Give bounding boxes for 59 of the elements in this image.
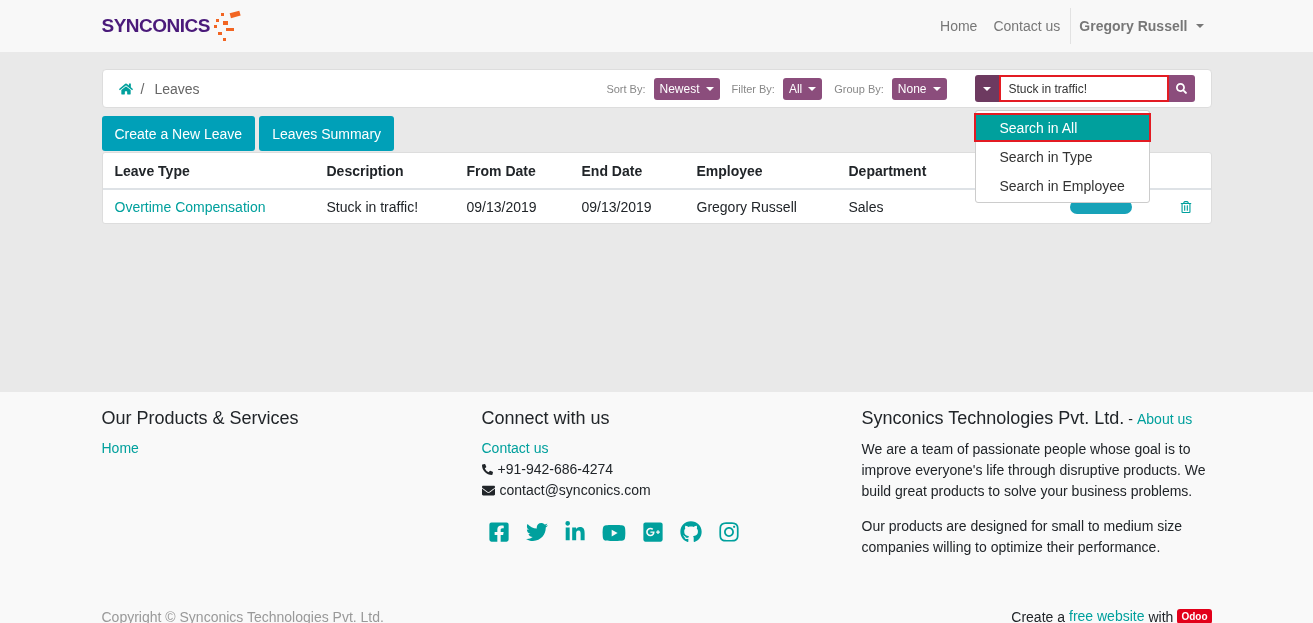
action-button[interactable]: Leaves Summary	[259, 116, 395, 151]
nav-link[interactable]: Contact us	[985, 18, 1069, 34]
table-cell-text: 09/13/2019	[580, 198, 653, 215]
phone-icon	[481, 464, 493, 475]
footer-heading: Connect with us	[481, 408, 611, 429]
odoo-badge[interactable]: Odoo	[1177, 609, 1212, 623]
twitter-icon[interactable]	[525, 521, 548, 543]
table-cell-text: 09/13/2019	[465, 198, 538, 215]
email-address: contact@synconics.com	[499, 481, 651, 500]
credit-text: with	[1148, 608, 1174, 623]
table-cell-text: Stuck in traffic!	[325, 198, 420, 215]
dropdown-button[interactable]: None	[891, 77, 947, 100]
menu-item[interactable]: Search in Employee	[973, 171, 1151, 200]
leave-type-link[interactable]: Overtime Compensation	[102, 198, 315, 215]
google-plus-icon[interactable]	[641, 521, 664, 543]
column-header: Department	[847, 162, 928, 179]
trash-icon[interactable]	[1179, 200, 1192, 213]
instagram-icon[interactable]	[717, 521, 740, 543]
column-header: End Date	[580, 162, 644, 179]
menu-item[interactable]: Search in All	[973, 113, 1151, 142]
control-label: Filter By:	[731, 82, 775, 95]
footer-link[interactable]: About us	[1137, 409, 1193, 430]
credit-text: Create a	[1011, 608, 1065, 623]
logo-icon	[211, 9, 244, 43]
dropdown-button[interactable]: Newest	[653, 77, 720, 100]
about-paragraph: Our products are designed for small to medium size companies willing to optimize their performance.	[861, 517, 1184, 557]
menu-item[interactable]: Search in Type	[973, 142, 1151, 171]
home-icon[interactable]	[118, 81, 133, 96]
control-label: Group By:	[834, 82, 884, 95]
breadcrumb-current: Leaves	[154, 80, 200, 97]
footer-heading: Synconics Technologies Pvt. Ltd.	[861, 408, 1125, 429]
github-icon[interactable]	[679, 521, 702, 543]
table-cell-text: Sales	[847, 198, 885, 215]
user-menu[interactable]: Gregory Russell	[1070, 8, 1212, 44]
footer-heading: Our Products & Services	[101, 408, 300, 429]
about-paragraph: We are a team of passionate people whose goal is to improve everyone's life through disruptive products. We build great products to solve your business problems.	[861, 440, 1207, 501]
footer-link[interactable]: Contact us	[481, 438, 862, 459]
logo-text: SYNCONICS	[101, 15, 210, 37]
search-mode-toggle[interactable]	[974, 75, 999, 102]
facebook-icon[interactable]	[487, 521, 510, 543]
footer-link[interactable]: Home	[101, 438, 482, 459]
search-field[interactable]: Stuck in traffic!	[998, 75, 1169, 102]
column-header: Description	[325, 162, 405, 179]
search-icon	[1176, 83, 1187, 94]
search-button[interactable]	[1168, 75, 1195, 102]
action-button[interactable]: Create a New Leave	[101, 116, 256, 151]
envelope-icon	[481, 484, 495, 497]
column-header: Employee	[695, 162, 764, 179]
breadcrumb-separator: /	[140, 80, 145, 97]
column-header: From Date	[465, 162, 537, 179]
footer-link[interactable]: free website	[1069, 606, 1145, 623]
table-cell-text: Gregory Russell	[695, 198, 798, 215]
linkedin-icon[interactable]	[563, 521, 586, 543]
nav-link[interactable]: Home	[932, 18, 986, 34]
phone-number: +91-942-686-4274	[497, 460, 614, 479]
column-header: Leave Type	[113, 162, 191, 179]
control-label: Sort By:	[606, 82, 646, 95]
separator: -	[1128, 411, 1133, 427]
dropdown-button[interactable]: All	[782, 77, 823, 100]
